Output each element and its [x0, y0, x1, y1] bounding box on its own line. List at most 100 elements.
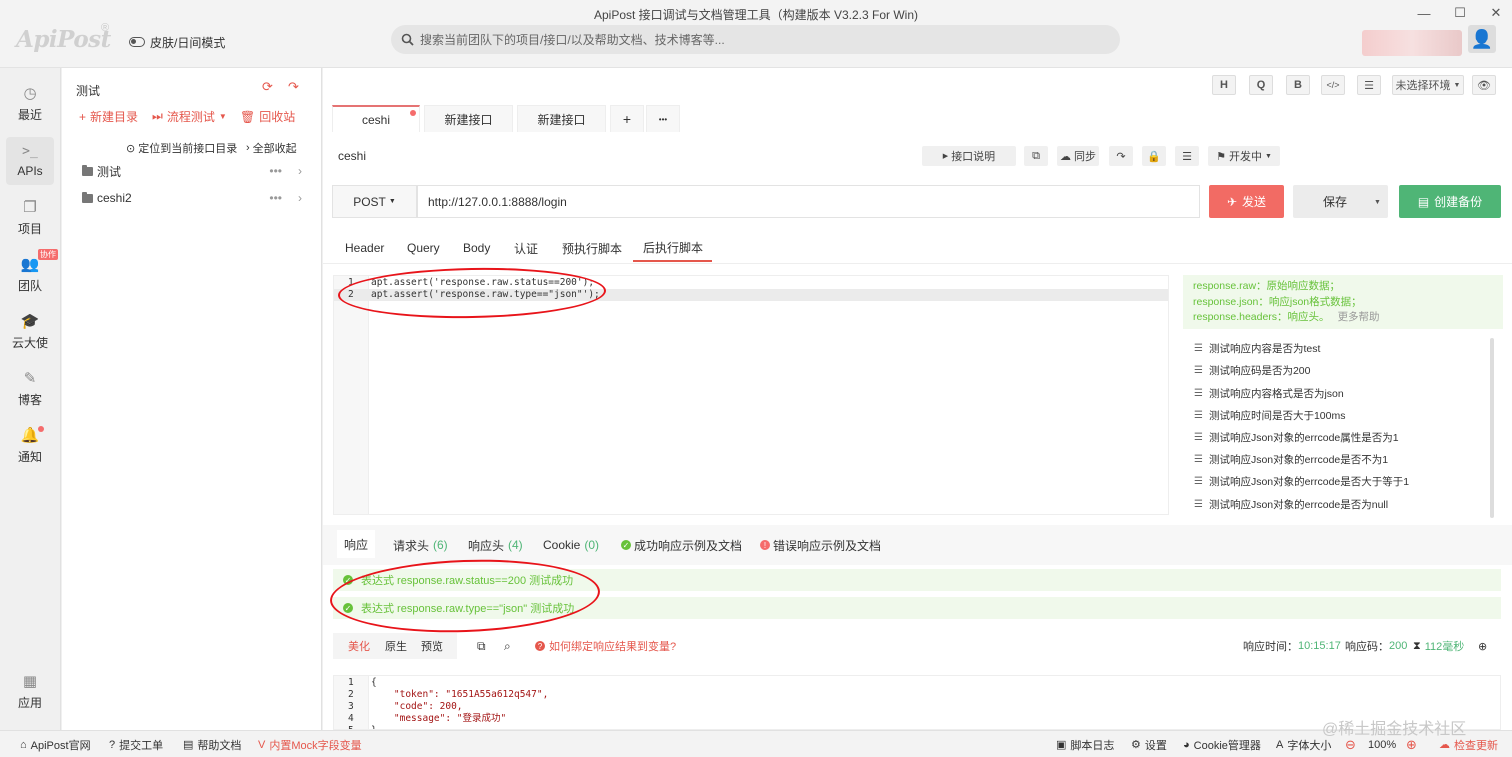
tree-folder[interactable]: 测试 ••• › — [82, 161, 302, 181]
bold-button[interactable]: B — [1286, 75, 1310, 95]
font-size-icon: A — [1276, 738, 1284, 751]
api-doc-button[interactable]: ▶ 接口说明 — [922, 146, 1016, 166]
new-dir-button[interactable]: + 新建目录 — [79, 108, 138, 125]
line-number: 3 — [348, 701, 354, 712]
collapse-all-button[interactable]: › 全部收起 — [246, 140, 297, 156]
view-raw[interactable]: 原生 — [385, 636, 407, 656]
tab-auth[interactable]: 认证 — [514, 234, 538, 262]
status-select[interactable]: ⚑ 开发中 ▼ — [1208, 146, 1280, 166]
add-tab-button[interactable]: + — [610, 105, 644, 132]
tab-cookie[interactable]: Cookie (0) — [543, 532, 599, 558]
skin-mode-toggle[interactable]: 皮肤/日间模式 — [129, 35, 225, 50]
view-beautify[interactable]: 美化 — [348, 636, 370, 656]
tab-new-api[interactable]: 新建接口 — [424, 105, 513, 132]
url-input[interactable]: http://127.0.0.1:8888/login — [417, 185, 1200, 218]
nav-ambassador[interactable]: 🎓 云大使 — [6, 308, 54, 356]
lock-icon[interactable]: 🔒 — [1142, 146, 1166, 166]
chevron-right-icon[interactable]: › — [298, 191, 302, 205]
tab-pre-script[interactable]: 预执行脚本 — [562, 234, 622, 262]
mock-vars-link[interactable]: V 内置Mock字段变量 — [258, 737, 362, 752]
more-icon[interactable]: ••• — [269, 164, 282, 178]
more-tabs-button[interactable]: ••• — [646, 105, 680, 132]
snippet-item[interactable]: ☰ 测试响应Json对象的errcode是否为null — [1194, 495, 1388, 513]
method-select[interactable]: POST ▼ — [332, 185, 417, 218]
user-name-blurred[interactable] — [1362, 30, 1462, 56]
global-search-input[interactable]: 搜索当前团队下的项目/接口/以及帮助文档、技术博客等... — [391, 25, 1120, 54]
create-backup-button[interactable]: ▤ 创建备份 — [1399, 185, 1501, 218]
tab-new-api[interactable]: 新建接口 — [517, 105, 606, 132]
locate-dir-button[interactable]: ⊙ 定位到当前接口目录 — [126, 140, 237, 156]
code-button[interactable]: </> — [1321, 75, 1345, 95]
snippet-item[interactable]: ☰ 测试响应Json对象的errcode是否大于等于1 — [1194, 472, 1409, 490]
maximize-icon[interactable]: ☐ — [1451, 4, 1469, 22]
tab-body[interactable]: Body — [463, 234, 490, 262]
share-icon[interactable]: ↷ — [1109, 146, 1133, 166]
search-icon[interactable]: ⌕ — [504, 636, 511, 656]
tab-request-headers[interactable]: 请求头 (6) — [393, 532, 448, 558]
avatar[interactable]: 👤 — [1468, 25, 1496, 53]
more-help-link[interactable]: 更多帮助 — [1338, 311, 1380, 323]
bell-icon: 🔔 — [20, 426, 40, 444]
minimize-icon[interactable]: — — [1415, 4, 1433, 22]
send-button[interactable]: ✈ 发送 — [1209, 185, 1284, 218]
query-button[interactable]: Q — [1249, 75, 1273, 95]
view-preview[interactable]: 预览 — [421, 636, 443, 656]
snippet-item[interactable]: ☰ 测试响应时间是否大于100ms — [1194, 406, 1345, 424]
eye-icon[interactable]: 👁 — [1472, 75, 1496, 95]
snippet-item[interactable]: ☰ 测试响应内容是否为test — [1194, 339, 1320, 357]
help-doc-link[interactable]: ▤ 帮助文档 — [183, 737, 241, 752]
copy-icon[interactable]: ⧉ — [477, 636, 486, 656]
logo-reg-mark: ® — [101, 22, 110, 34]
sync-button[interactable]: ☁ 同步 — [1057, 146, 1099, 166]
tab-query[interactable]: Query — [407, 234, 440, 262]
nav-projects[interactable]: ❐ 项目 — [6, 194, 54, 242]
code-line: "token": "1651A55a612q547", — [371, 689, 549, 700]
tab-response-headers[interactable]: 响应头 (4) — [468, 532, 523, 558]
official-site-link[interactable]: ⌂ ApiPost官网 — [20, 737, 91, 752]
more-icon[interactable]: ••• — [269, 191, 282, 205]
tab-error-example[interactable]: ! 错误响应示例及文档 — [760, 532, 881, 558]
zoom-in-icon[interactable]: ⊕ — [1406, 737, 1417, 752]
submit-ticket-link[interactable]: ? 提交工单 — [109, 737, 163, 752]
tab-success-example[interactable]: ✓ 成功响应示例及文档 — [621, 532, 742, 558]
database-icon[interactable]: ☰ — [1175, 146, 1199, 166]
env-select[interactable]: 未选择环境 ▼ — [1392, 75, 1464, 95]
check-update-button[interactable]: ☁ 检查更新 — [1439, 737, 1498, 752]
snippet-item[interactable]: ☰ 测试响应Json对象的errcode属性是否为1 — [1194, 428, 1399, 446]
nav-apis[interactable]: >_ APIs — [6, 137, 54, 185]
chevron-right-icon[interactable]: › — [298, 164, 302, 178]
bind-help-link[interactable]: ? 如何绑定响应结果到变量? — [535, 636, 676, 656]
snippet-scrollbar[interactable] — [1490, 338, 1494, 518]
tree-folder[interactable]: ceshi2 ••• › — [82, 188, 302, 208]
zoom-out-icon[interactable]: ⊖ — [1345, 737, 1356, 752]
caret-down-icon: ▼ — [218, 112, 227, 121]
close-icon[interactable]: ✕ — [1487, 4, 1505, 22]
refresh-icon[interactable]: ⟳ — [262, 79, 273, 95]
nav-notify[interactable]: 🔔 通知 — [6, 422, 54, 470]
flow-test-button[interactable]: ⏭ 流程测试 ▼ — [152, 108, 227, 125]
script-log-button[interactable]: ▣ 脚本日志 — [1056, 737, 1114, 752]
heading-button[interactable]: H — [1212, 75, 1236, 95]
cookie-manager-button[interactable]: ◕ Cookie管理器 — [1183, 737, 1261, 752]
tab-post-script[interactable]: 后执行脚本 — [633, 234, 712, 262]
settings-button[interactable]: ⚙ 设置 — [1131, 737, 1167, 752]
share-icon[interactable]: ↷ — [288, 79, 299, 95]
tab-response[interactable]: 响应 — [337, 530, 375, 558]
recycle-bin-button[interactable]: 🗑 回收站 — [240, 108, 295, 125]
nav-recent[interactable]: ◷ 最近 — [6, 80, 54, 128]
tab-ceshi[interactable]: ceshi — [332, 105, 420, 132]
settings-sliders-icon[interactable]: ☰ — [1357, 75, 1381, 95]
download-icon[interactable]: ⊕ — [1478, 636, 1487, 656]
app-logo: ApiPost — [16, 26, 111, 53]
clock-icon: ◷ — [23, 84, 37, 102]
snippet-item[interactable]: ☰ 测试响应内容格式是否为json — [1194, 384, 1344, 402]
tab-header[interactable]: Header — [345, 234, 384, 262]
caret-down-icon: ▼ — [388, 198, 396, 205]
nav-apps[interactable]: ▦ 应用 — [6, 668, 54, 716]
caret-down-icon[interactable]: ▼ — [1374, 199, 1381, 206]
snippet-item[interactable]: ☰ 测试响应码是否为200 — [1194, 361, 1311, 379]
copy-icon[interactable]: ⧉ — [1024, 146, 1048, 166]
nav-blog[interactable]: ✎ 博客 — [6, 365, 54, 413]
snippet-item[interactable]: ☰ 测试响应Json对象的errcode是否不为1 — [1194, 450, 1388, 468]
main-panel: H Q B </> ☰ 未选择环境 ▼ 👁 ceshi 新建接口 新建接口 + •… — [323, 68, 1512, 730]
